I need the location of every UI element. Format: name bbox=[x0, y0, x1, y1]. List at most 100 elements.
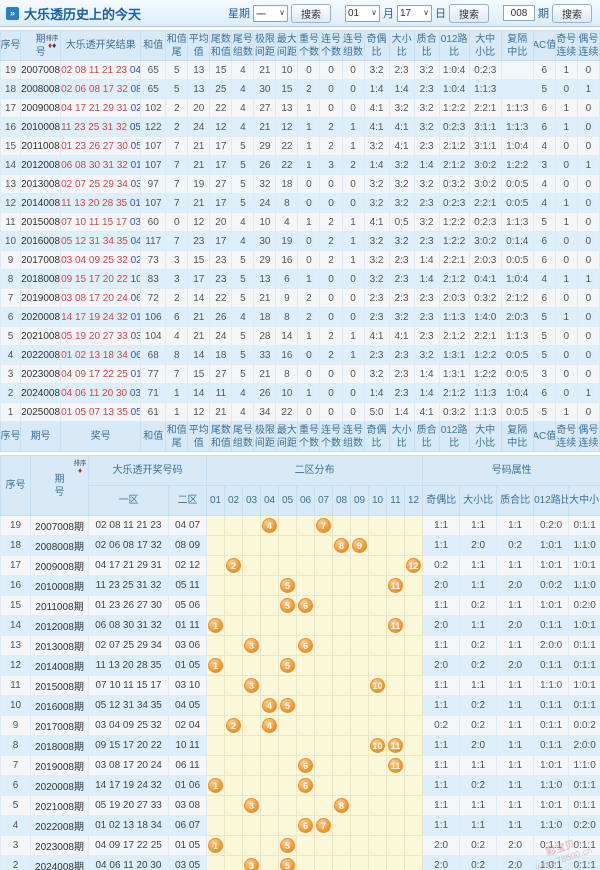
cell-repeats: 1 bbox=[297, 269, 321, 289]
cell-period: 2015008期 bbox=[30, 675, 89, 696]
cell-tailgroups: 4 bbox=[231, 307, 255, 327]
week-search-button[interactable]: 搜索 bbox=[291, 3, 331, 23]
cell-pos-10 bbox=[368, 515, 387, 536]
cell-period: 2019008期 bbox=[30, 755, 89, 776]
cell-pos-7 bbox=[314, 775, 333, 796]
cell-bigsmall: 3:2 bbox=[388, 193, 415, 213]
table-row: 5 2021008期 05 19 20 27 33 03 08 3 8 1:1 1:1 1:1 1… bbox=[0, 795, 600, 816]
t1-col-consecgroups: 连号 组数 bbox=[341, 30, 365, 61]
cell-pos-10 bbox=[368, 595, 387, 616]
cell-pos-11: 11 bbox=[386, 575, 405, 596]
cell-zone2-numbers: 05 11 bbox=[168, 575, 207, 596]
cell-zone1-numbers: 03 04 09 25 32 bbox=[88, 715, 169, 736]
cell-consecgroups: 0 bbox=[341, 269, 365, 289]
week-select[interactable]: 一 ∨ bbox=[253, 4, 288, 22]
cell-zone1-numbers: 02 07 25 29 34 bbox=[88, 635, 169, 656]
issue-search-button[interactable]: 搜索 bbox=[552, 3, 592, 23]
month-select[interactable]: 01 ∨ bbox=[345, 4, 380, 22]
sort-control[interactable]: 排序 ♦ bbox=[73, 460, 87, 475]
week-select-value: 一 bbox=[256, 9, 266, 21]
cell-pos-2 bbox=[224, 795, 243, 816]
title-bullet-icon: » bbox=[6, 6, 19, 20]
cell-pos-10 bbox=[368, 815, 387, 836]
t2-col-period[interactable]: 期号排序 ♦ bbox=[30, 455, 89, 516]
cell-primecomp: 2:3 bbox=[413, 136, 440, 156]
table-row: 14 2012008期 06 08 30 31 32 01 11 1 11 2:0 1:1 2:… bbox=[0, 615, 600, 636]
cell-result: 04 06 11 20 30 03 05 bbox=[60, 383, 142, 403]
cell-attr-2: 1:1 bbox=[496, 635, 535, 656]
cell-bigsmall: 4:1 bbox=[388, 136, 415, 156]
cell-pos-4 bbox=[260, 615, 279, 636]
cell-road012: 1:0:4 bbox=[438, 79, 470, 99]
t1-col-period[interactable]: 期号排序 ♦♦ bbox=[20, 30, 62, 61]
cell-pos-7 bbox=[314, 595, 333, 616]
cell-attr-4: 0:1:1 bbox=[568, 695, 600, 716]
cell-pos-3 bbox=[242, 555, 261, 576]
t1-col-consec: 连号 个数 bbox=[319, 421, 343, 452]
front-numbers: 03 04 09 25 32 bbox=[61, 254, 128, 266]
cell-oddrun: 0 bbox=[554, 231, 578, 251]
back-number-ball: 10 bbox=[370, 738, 385, 753]
issue-input[interactable] bbox=[503, 5, 535, 21]
back-number-ball: 6 bbox=[298, 778, 313, 793]
cell-period: 2017008期 bbox=[30, 715, 89, 736]
cell-attr-2: 0:2 bbox=[496, 535, 535, 556]
cell-consecgroups: 0 bbox=[341, 79, 365, 99]
cell-pos-3 bbox=[242, 655, 261, 676]
back-numbers: 01 06 bbox=[130, 311, 141, 323]
cell-consecgroups: 2 bbox=[341, 155, 365, 175]
date-search-group: 01 ∨ 月 17 ∨ 日 搜索 bbox=[342, 3, 489, 23]
back-numbers: 01 05 bbox=[129, 197, 141, 209]
cell-evenrun: 0 bbox=[576, 193, 600, 213]
cell-maxgap: 14 bbox=[275, 326, 299, 346]
back-numbers: 05 06 bbox=[130, 140, 141, 152]
cell-repeats: 1 bbox=[297, 117, 321, 137]
cell-consecgroups: 0 bbox=[341, 288, 365, 308]
sort-control[interactable]: 排序 ♦♦ bbox=[45, 35, 59, 50]
cell-zone2-numbers: 05 06 bbox=[168, 595, 207, 616]
cell-attr-4: 0:1:1 bbox=[568, 515, 600, 536]
cell-attr-3: 0:1:1 bbox=[533, 735, 570, 756]
cell-fgz: 0:0:5 bbox=[500, 364, 534, 384]
t1-col-limitgap: 极限 间距 bbox=[253, 421, 277, 452]
cell-attr-2: 2:0 bbox=[496, 655, 535, 676]
cell-period: 2012008 bbox=[20, 155, 62, 175]
front-numbers: 01 05 07 13 35 bbox=[61, 406, 128, 418]
cell-consecgroups: 0 bbox=[341, 174, 365, 194]
cell-repeats: 1 bbox=[297, 212, 321, 232]
cell-road012: 2:1:2 bbox=[438, 383, 470, 403]
cell-attr-0: 0:2 bbox=[422, 555, 461, 576]
cell-evenrun: 1 bbox=[576, 155, 600, 175]
cell-period: 2016008 bbox=[20, 231, 62, 251]
cell-primecomp: 3:2 bbox=[413, 212, 440, 232]
cell-pos-12 bbox=[403, 835, 424, 856]
cell-repeats: 1 bbox=[297, 98, 321, 118]
cell-bigsmall: 0:5 bbox=[388, 212, 415, 232]
cell-serial: 2 bbox=[0, 855, 31, 870]
back-number-ball: 11 bbox=[388, 758, 403, 773]
cell-serial: 5 bbox=[0, 795, 31, 816]
cell-pos-5 bbox=[278, 715, 297, 736]
cell-pos-12 bbox=[403, 535, 424, 556]
cell-attr-3: 1:0:1 bbox=[533, 555, 570, 576]
cell-road012: 2:1:2 bbox=[438, 326, 470, 346]
front-numbers: 01 23 26 27 30 bbox=[61, 140, 128, 152]
cell-sum: 65 bbox=[140, 79, 167, 99]
cell-zone2-numbers: 02 04 bbox=[168, 715, 207, 736]
cell-repeats: 0 bbox=[297, 60, 321, 80]
cell-pos-3 bbox=[242, 575, 261, 596]
date-search-button[interactable]: 搜索 bbox=[449, 3, 489, 23]
cell-pos-3 bbox=[242, 735, 261, 756]
cell-attr-3: 0:1:1 bbox=[533, 695, 570, 716]
cell-pos-3: 3 bbox=[242, 675, 261, 696]
cell-pos-4 bbox=[260, 635, 279, 656]
cell-repeats: 0 bbox=[297, 174, 321, 194]
cell-bms: 0:2:3 bbox=[468, 60, 502, 80]
day-select[interactable]: 17 ∨ bbox=[397, 4, 432, 22]
cell-result: 02 08 11 21 23 04 07 bbox=[60, 60, 142, 80]
cell-pos-6 bbox=[296, 735, 315, 756]
t2-col-zone1: 一区 bbox=[88, 485, 169, 516]
cell-pos-6: 6 bbox=[296, 815, 315, 836]
cell-pos-6: 6 bbox=[296, 595, 315, 616]
front-numbers: 05 12 31 34 35 bbox=[61, 235, 128, 247]
